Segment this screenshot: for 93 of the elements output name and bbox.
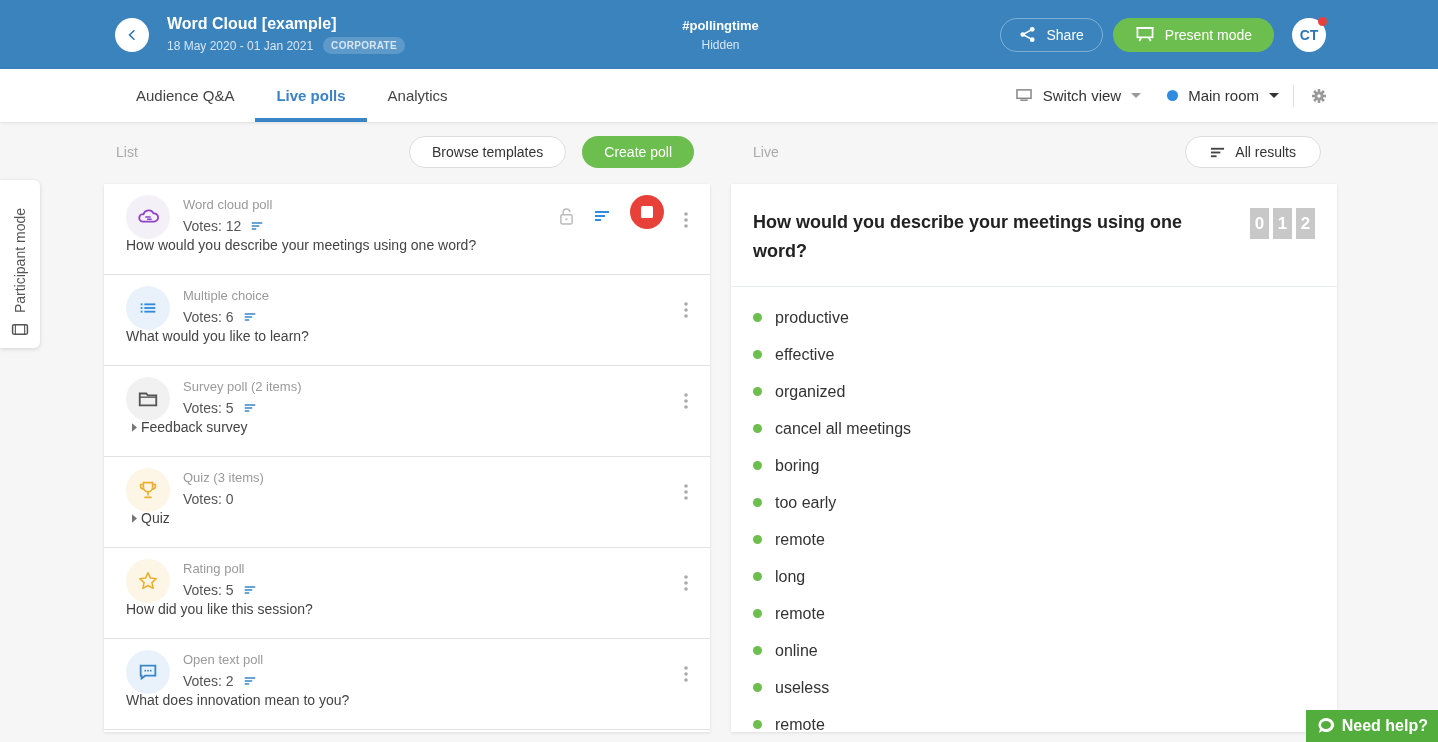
more-options-icon[interactable] [684,212,688,228]
bullet-dot [753,609,762,618]
event-code: #pollingtime [681,17,760,33]
bullet-dot [753,387,762,396]
visibility-status: Hidden [700,37,741,52]
live-question: How would you describe your meetings using one word? [753,211,1184,263]
all-results-button[interactable]: All results [1185,136,1321,168]
nav-tab[interactable]: Live polls [255,69,367,122]
section-label: List [116,144,139,160]
event-title: Word Cloud [example] [167,15,338,33]
more-options-icon[interactable] [684,302,688,318]
poll-type: Multiple choice [183,288,270,303]
poll-type: Survey poll (2 items) [183,379,303,394]
more-options-icon[interactable] [684,393,688,409]
event-dates: 18 May 2020 - 01 Jan 2021 [167,38,314,53]
star-icon [137,570,159,592]
bullet-dot [753,350,762,359]
poll-list-item[interactable]: Word cloud poll Votes: 12 How would you describe your meetings using one word? [104,184,710,275]
results-icon[interactable] [243,584,256,596]
answer-word: useless [775,678,830,697]
user-avatar[interactable]: CT [1292,17,1326,52]
answer-word: remote [775,715,825,732]
poll-type: Quiz (3 items) [183,470,265,485]
poll-question: How did you like this session? [126,601,314,617]
answer-word: online [775,641,818,660]
results-icon[interactable] [243,311,256,323]
answer-word: effective [775,345,835,364]
vote-count: Votes: 2 [183,673,234,689]
more-options-icon[interactable] [684,666,688,682]
trophy-icon [137,479,159,501]
poll-list-item[interactable]: Quiz (3 items) Votes: 0 Quiz [104,457,710,548]
vote-count: Votes: 5 [183,582,234,598]
nav-tab[interactable]: Audience Q&A [115,69,256,122]
poll-type: Open text poll [183,652,265,667]
padlock-icon[interactable] [559,207,574,225]
bullet-dot [753,720,762,729]
poll-question: How would you describe your meetings using one word? [126,237,478,253]
results-icon[interactable] [594,208,610,224]
poll-group-toggle[interactable]: Feedback survey [132,419,688,435]
share-icon [1019,26,1037,43]
stop-icon [641,206,653,218]
bullet-dot [753,683,762,692]
switch-view-dropdown[interactable]: Switch view [1014,87,1142,104]
vote-count: Votes: 12 [183,218,242,234]
caret-icon [1269,92,1279,99]
bullet-dot [753,572,762,581]
poll-group-toggle[interactable]: Quiz [132,510,688,526]
tablet-icon [11,323,29,336]
vote-count: Votes: 0 [183,491,234,507]
bullet-dot [753,461,762,470]
poll-question: What would you like to learn? [126,328,310,344]
poll-list-item[interactable]: Open text poll Votes: 2 What does innovation mean to you? [104,639,710,730]
results-icon[interactable] [243,402,256,414]
results-icon[interactable] [243,675,256,687]
poll-list-item[interactable]: Multiple choice Votes: 6 What would you like to learn? [104,275,710,366]
answer-word: long [775,567,806,586]
poll-list-item[interactable]: Rating poll Votes: 5 How did you like this session? [104,548,710,639]
section-label: Live [753,144,780,160]
answer-word: too early [775,493,837,512]
back-button[interactable] [115,17,149,52]
bullet-dot [753,313,762,322]
bullet-dot [753,535,762,544]
poll-list-item[interactable]: Survey poll (2 items) Votes: 5 Feedback survey [104,366,710,457]
poll-type: Rating poll [183,561,246,576]
answer-word: remote [775,604,825,623]
stop-poll-button[interactable] [630,195,664,229]
expand-triangle-icon [132,513,137,523]
more-options-icon[interactable] [684,575,688,591]
room-status-dot [1167,90,1179,101]
vote-count: Votes: 6 [183,309,234,325]
bullet-dot [753,424,762,433]
answer-word: cancel all meetings [775,419,912,438]
bullet-dot [753,498,762,507]
answer-word: productive [775,308,849,327]
answer-word: remote [775,530,825,549]
poll-question: What does innovation mean to you? [126,692,351,708]
room-dropdown[interactable]: Main room [1167,87,1279,104]
nav-tab[interactable]: Analytics [366,69,469,122]
participant-mode-tab[interactable]: Participant mode [0,180,40,348]
expand-triangle-icon [132,422,137,432]
settings-icon[interactable] [1312,88,1326,103]
poll-type: Word cloud poll [183,197,274,212]
results-icon[interactable] [251,220,264,232]
answer-word: boring [775,456,820,475]
caret-icon [1131,92,1142,99]
bullet-dot [753,646,762,655]
plan-badge: CORPORATE [323,37,405,54]
presentation-board-icon [1134,26,1155,43]
vote-count: Votes: 5 [183,400,234,416]
monitor-icon [1014,88,1033,103]
browse-templates-button[interactable]: Browse templates [409,136,567,168]
answer-word: organized [775,382,846,401]
more-options-icon[interactable] [684,484,688,500]
